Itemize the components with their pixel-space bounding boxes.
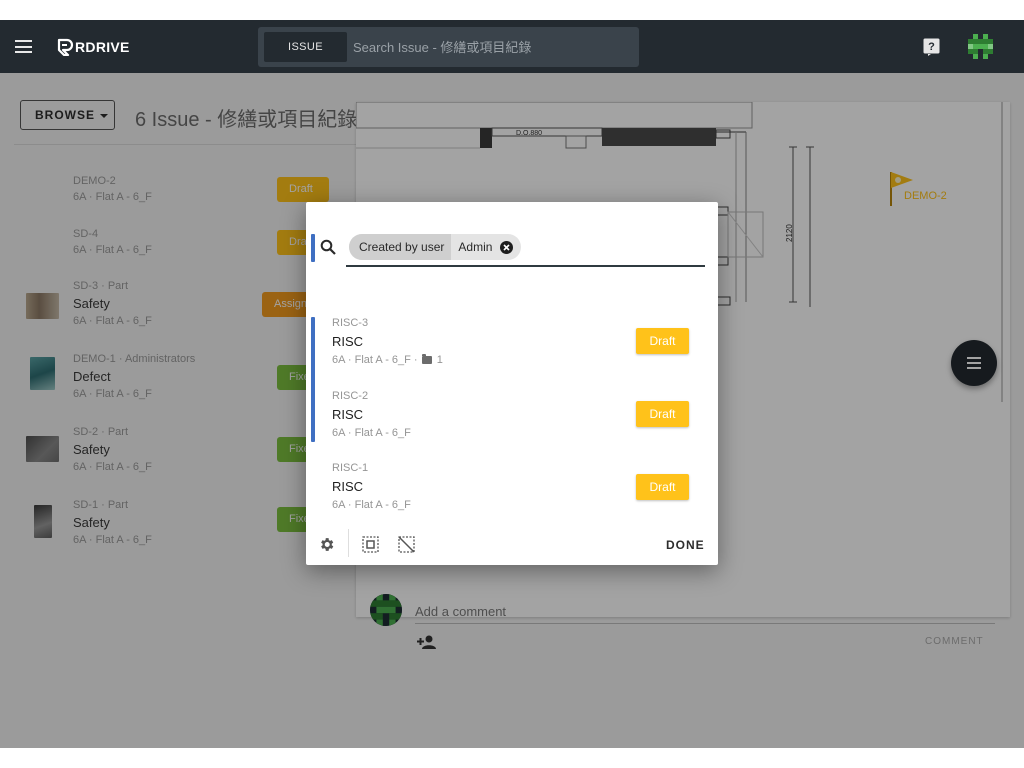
- app-window: RDRIVE ISSUE ? BROWSE 6 Issue - 修繕或項目紀錄 …: [0, 20, 1024, 748]
- result-title: RISC: [332, 407, 364, 422]
- filter-chip-label: Created by user: [349, 234, 452, 260]
- user-avatar-icon[interactable]: [968, 34, 993, 59]
- search-bar: ISSUE: [258, 27, 639, 67]
- deselect-icon[interactable]: [398, 536, 415, 553]
- search-scope-tab[interactable]: ISSUE: [264, 32, 347, 62]
- search-icon: [320, 239, 336, 255]
- status-badge: Draft: [636, 328, 689, 354]
- result-location-text: 6A · Flat A - 6_F ·: [332, 354, 418, 366]
- svg-text:?: ?: [928, 41, 935, 53]
- folder-count: 1: [436, 354, 443, 366]
- brand-name: RDRIVE: [75, 39, 130, 55]
- result-id: RISC-3: [332, 317, 369, 329]
- folder-icon: [421, 354, 432, 364]
- focus-indicator: [311, 234, 315, 262]
- hamburger-menu-icon[interactable]: [15, 40, 32, 53]
- rdrive-logo-icon: [57, 38, 74, 56]
- help-icon[interactable]: ?: [923, 38, 940, 56]
- filter-chip[interactable]: Created by user Admin: [349, 234, 522, 260]
- result-id: RISC-2: [332, 390, 369, 402]
- filter-chip-value: Admin: [458, 240, 493, 254]
- search-filter-dialog: Created by user Admin RISC-3 RISC 6A · F…: [306, 202, 718, 565]
- result-item[interactable]: RISC-3 RISC 6A · Flat A - 6_F · 1 Draft: [306, 314, 718, 384]
- settings-gear-icon[interactable]: [318, 536, 335, 553]
- result-id: RISC-1: [332, 462, 369, 474]
- result-location: 6A · Flat A - 6_F: [332, 427, 411, 439]
- result-location: 6A · Flat A - 6_F: [332, 499, 411, 511]
- footer-divider: [348, 529, 349, 557]
- brand-logo[interactable]: RDRIVE: [56, 37, 130, 57]
- search-input[interactable]: [353, 27, 633, 67]
- status-badge: Draft: [636, 474, 689, 500]
- top-app-bar: RDRIVE ISSUE ?: [0, 20, 1024, 73]
- status-badge: Draft: [636, 401, 689, 427]
- search-field-underline: [346, 265, 705, 267]
- result-item[interactable]: RISC-1 RISC 6A · Flat A - 6_F Draft: [306, 459, 718, 529]
- select-all-icon[interactable]: [362, 536, 379, 553]
- result-item[interactable]: RISC-2 RISC 6A · Flat A - 6_F Draft: [306, 387, 718, 457]
- done-button[interactable]: DONE: [666, 538, 705, 552]
- remove-filter-icon[interactable]: [500, 240, 514, 254]
- result-title: RISC: [332, 479, 364, 494]
- result-title: RISC: [332, 334, 364, 349]
- result-location: 6A · Flat A - 6_F · 1: [332, 354, 443, 366]
